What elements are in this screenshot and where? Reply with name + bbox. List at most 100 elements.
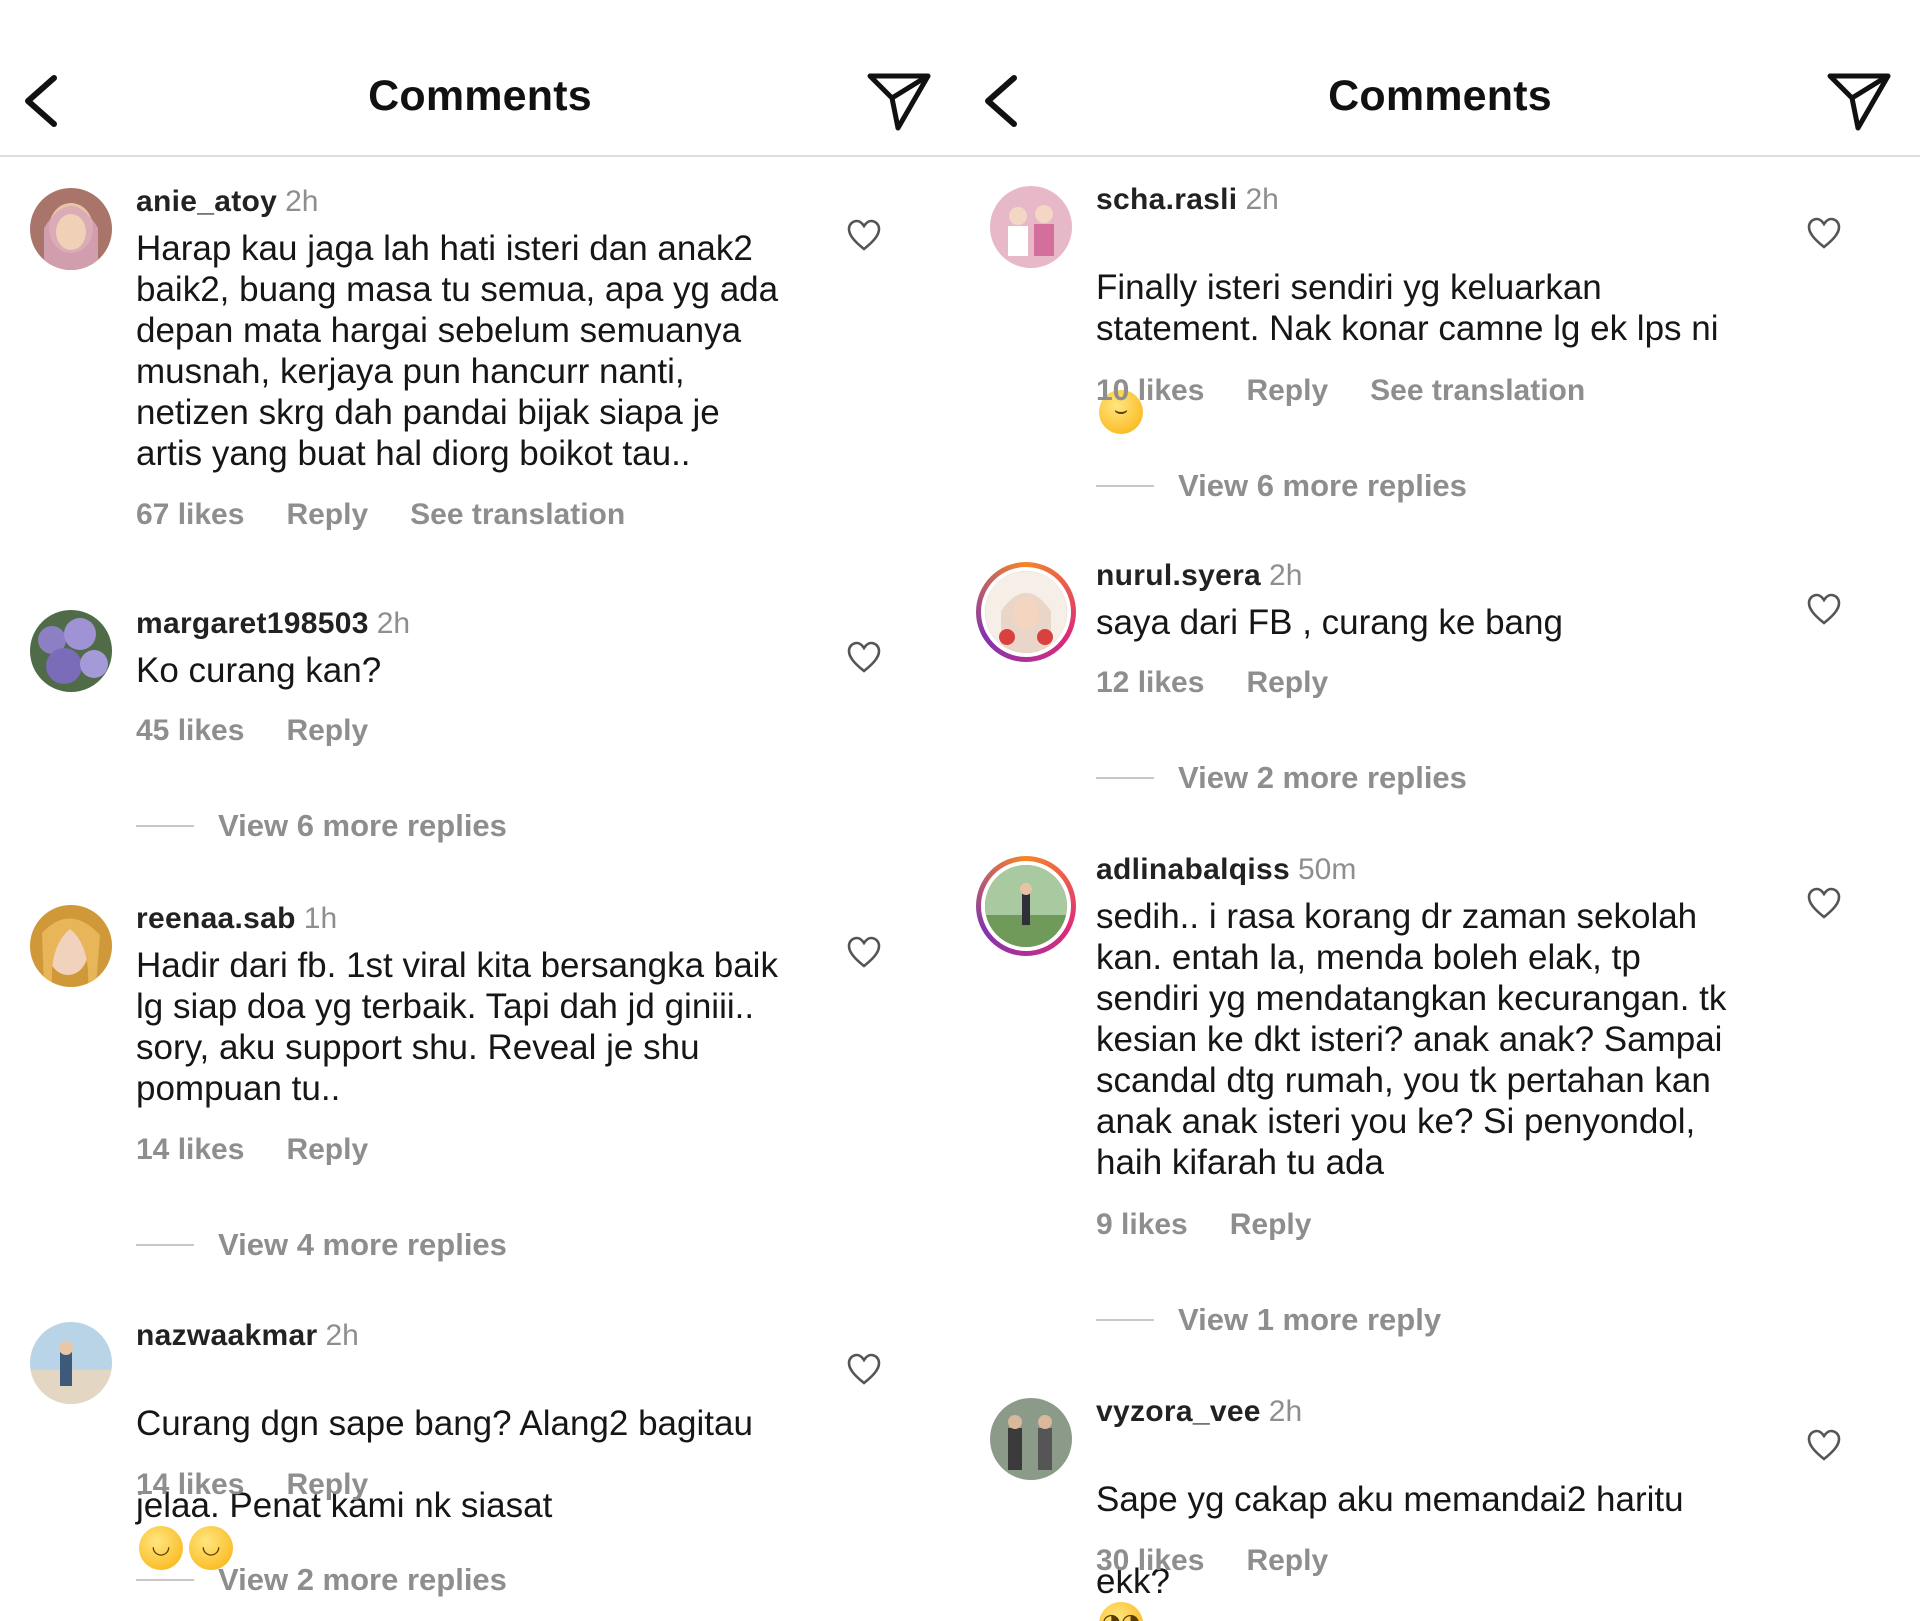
header: Comments <box>0 0 960 157</box>
replies-divider <box>1096 1319 1154 1321</box>
comment-actions: 30 likes Reply <box>1096 1544 1370 1578</box>
comment-text: Ko curang kan? <box>136 651 382 690</box>
avatar[interactable] <box>990 1398 1072 1480</box>
comment-actions: 45 likes Reply <box>136 714 410 748</box>
avatar-photo <box>985 571 1067 653</box>
comment-meta: anie_atoy 2h <box>136 182 318 222</box>
reply-button[interactable]: Reply <box>286 498 368 531</box>
like-count[interactable]: 12 likes <box>1096 666 1204 699</box>
header: Comments <box>960 0 1920 157</box>
timestamp: 2h <box>1269 559 1303 592</box>
timestamp: 2h <box>1268 1395 1303 1428</box>
avatar-photo <box>990 186 1072 268</box>
avatar-story-ring[interactable] <box>976 856 1076 956</box>
timestamp: 2h <box>1245 183 1279 216</box>
reply-button[interactable]: Reply <box>286 1133 368 1166</box>
reply-button[interactable]: Reply <box>1246 666 1328 699</box>
comment-text: saya dari FB , curang ke bang <box>1096 603 1563 642</box>
view-replies-label: View 1 more reply <box>1178 1302 1442 1337</box>
username[interactable]: nurul.syera <box>1096 559 1261 592</box>
comment-meta: reenaa.sab 1h <box>136 899 337 939</box>
avatar-photo <box>30 610 112 692</box>
heart-outline-icon[interactable] <box>1806 886 1842 920</box>
heart-outline-icon[interactable] <box>1806 592 1842 626</box>
comment-meta: margaret198503 2h <box>136 604 410 644</box>
see-translation-button[interactable]: See translation <box>1370 374 1585 407</box>
avatar <box>981 861 1071 951</box>
avatar-photo <box>30 188 112 270</box>
paper-plane-icon <box>1827 73 1891 131</box>
heart-outline-icon[interactable] <box>846 640 882 674</box>
heart-outline-icon[interactable] <box>846 935 882 969</box>
heart-outline-icon[interactable] <box>1806 1428 1842 1462</box>
heart-outline-icon[interactable] <box>846 1352 882 1386</box>
page-title: Comments <box>1328 72 1552 120</box>
username[interactable]: margaret198503 <box>136 607 369 640</box>
reply-button[interactable]: Reply <box>1246 374 1328 407</box>
avatar[interactable] <box>30 905 112 987</box>
view-replies-button[interactable]: View 6 more replies <box>136 808 507 844</box>
view-replies-label: View 4 more replies <box>218 1227 507 1262</box>
like-count[interactable]: 67 likes <box>136 498 244 531</box>
view-replies-button[interactable]: View 4 more replies <box>136 1227 507 1263</box>
comment-actions: 10 likes Reply See translation <box>1096 374 1627 408</box>
comment-text: Curang dgn sape bang? Alang2 bagitau jel… <box>136 1362 836 1571</box>
like-count[interactable]: 10 likes <box>1096 374 1204 407</box>
view-replies-button[interactable]: View 1 more reply <box>1096 1302 1441 1338</box>
comment-meta: nurul.syera 2h <box>1096 556 1302 596</box>
view-replies-button[interactable]: View 2 more replies <box>136 1562 507 1598</box>
comment-text: Sape yg cakap aku memandai2 haritu ekk? … <box>1096 1438 1796 1621</box>
comment-actions: 12 likes Reply <box>1096 666 1370 700</box>
see-translation-button[interactable]: See translation <box>410 498 625 531</box>
reply-button[interactable]: Reply <box>286 1468 368 1501</box>
avatar-photo <box>30 1322 112 1404</box>
heart-outline-icon[interactable] <box>1806 216 1842 250</box>
avatar-photo <box>990 1398 1072 1480</box>
username[interactable]: vyzora_vee <box>1096 1395 1261 1428</box>
like-count[interactable]: 14 likes <box>136 1133 244 1166</box>
avatar[interactable] <box>30 188 112 270</box>
avatar[interactable] <box>990 186 1072 268</box>
view-replies-label: View 6 more replies <box>218 808 507 843</box>
username[interactable]: nazwaakmar <box>136 1319 317 1352</box>
heart-outline-icon[interactable] <box>846 218 882 252</box>
avatar <box>981 567 1071 657</box>
comment-text: sedih.. i rasa korang dr zaman sekolah k… <box>1096 897 1727 1182</box>
view-replies-button[interactable]: View 2 more replies <box>1096 760 1467 796</box>
avatar-photo <box>30 905 112 987</box>
username[interactable]: anie_atoy <box>136 185 277 218</box>
username[interactable]: scha.rasli <box>1096 183 1237 216</box>
username[interactable]: adlinabalqiss <box>1096 853 1290 886</box>
avatar-story-ring[interactable] <box>976 562 1076 662</box>
share-button[interactable] <box>1824 68 1894 134</box>
reply-button[interactable]: Reply <box>1246 1544 1328 1577</box>
share-button[interactable] <box>864 68 934 134</box>
avatar[interactable] <box>30 610 112 692</box>
reply-button[interactable]: Reply <box>1230 1208 1312 1241</box>
comment-actions: 9 likes Reply <box>1096 1208 1353 1242</box>
replies-divider <box>1096 777 1154 779</box>
timestamp: 2h <box>376 607 411 640</box>
reply-button[interactable]: Reply <box>286 714 368 747</box>
like-count[interactable]: 30 likes <box>1096 1544 1204 1577</box>
view-replies-button[interactable]: View 6 more replies <box>1096 468 1467 504</box>
timestamp: 1h <box>303 902 338 935</box>
replies-divider <box>136 1244 194 1246</box>
replies-divider <box>1096 485 1154 487</box>
like-count[interactable]: 14 likes <box>136 1468 244 1501</box>
comment-meta: vyzora_vee 2h <box>1096 1392 1302 1432</box>
comments-screens: murai Comments <box>0 0 1920 1621</box>
comment-text-line: Sape yg cakap aku memandai2 haritu <box>1096 1480 1684 1519</box>
comments-panel-right: Comments scha.rasli 2h Finally isteri se… <box>960 0 1920 1621</box>
replies-divider <box>136 1579 194 1581</box>
comment-actions: 67 likes Reply See translation <box>136 498 667 532</box>
comment-text-body: Finally isteri sendiri yg keluarkan stat… <box>1096 268 1719 348</box>
like-count[interactable]: 45 likes <box>136 714 244 747</box>
comment-text-line: Curang dgn sape bang? Alang2 bagitau <box>136 1404 753 1443</box>
comments-panel-left: Comments anie_atoy 2h Harap kau jaga lah… <box>0 0 960 1621</box>
like-count[interactable]: 9 likes <box>1096 1208 1188 1241</box>
username[interactable]: reenaa.sab <box>136 902 296 935</box>
avatar[interactable] <box>30 1322 112 1404</box>
comment-actions: 14 likes Reply <box>136 1133 410 1167</box>
avatar-photo <box>985 865 1067 947</box>
